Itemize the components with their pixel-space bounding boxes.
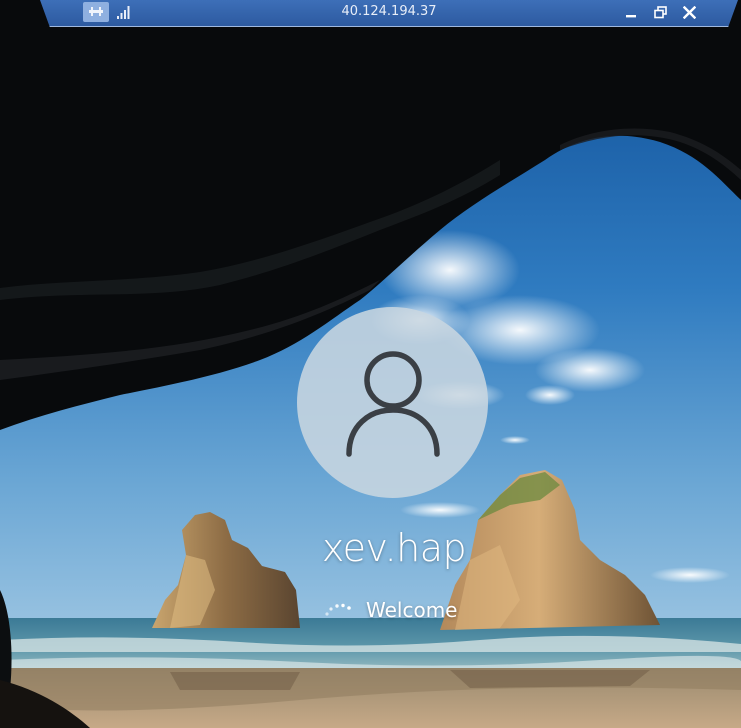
- status-text: Welcome: [366, 598, 458, 622]
- close-button[interactable]: [678, 2, 700, 22]
- loading-spinner-icon: [325, 603, 351, 616]
- minimize-button[interactable]: [620, 2, 642, 22]
- user-avatar: [297, 307, 488, 498]
- minimize-icon: [626, 15, 636, 18]
- close-icon: [682, 5, 696, 19]
- restore-icon: [653, 5, 667, 18]
- lock-screen: 40.124.194.37 xev.hap Welcome: [0, 0, 741, 728]
- restore-button[interactable]: [649, 2, 671, 22]
- username-label: xev.hap: [321, 526, 467, 570]
- user-silhouette-icon: [345, 350, 440, 457]
- sign-in-status: Welcome: [320, 590, 457, 630]
- rdp-connection-bar: 40.124.194.37: [40, 0, 738, 27]
